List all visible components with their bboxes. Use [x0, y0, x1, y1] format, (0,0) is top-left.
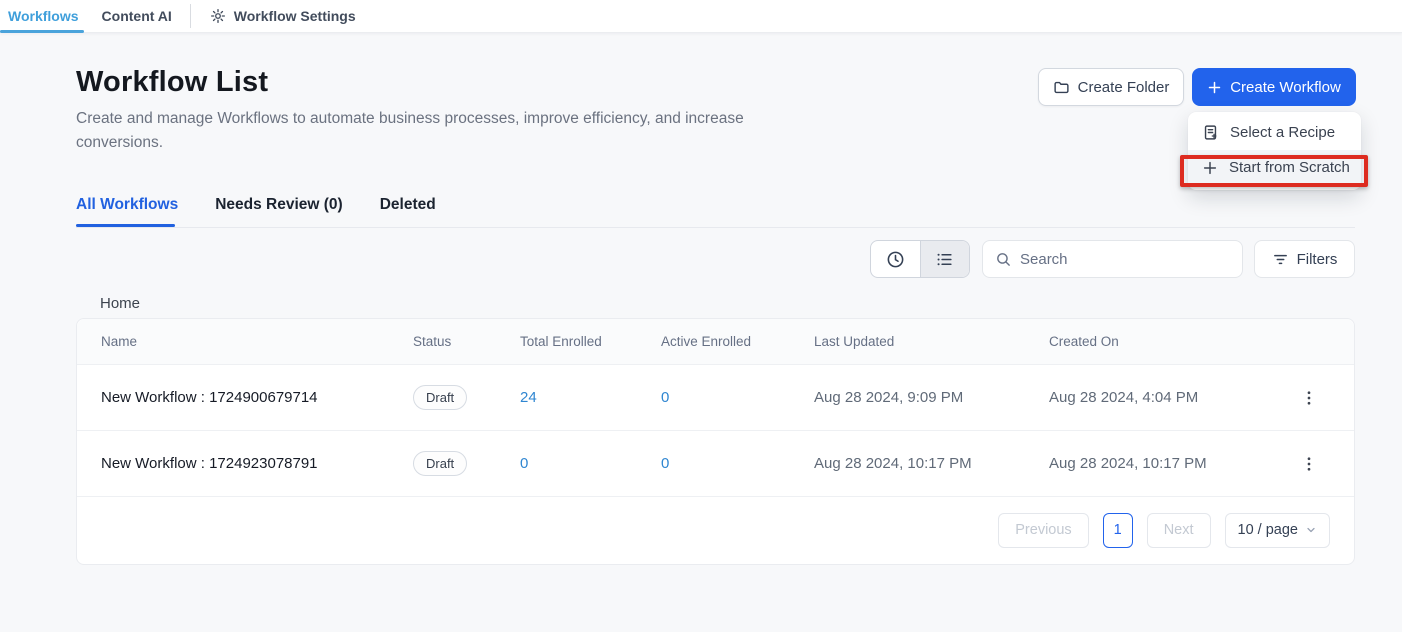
- row-menu-button[interactable]: [1293, 389, 1318, 407]
- kebab-icon: [1300, 389, 1318, 407]
- active-enrolled-link[interactable]: 0: [661, 389, 814, 406]
- dropdown-item-select-recipe[interactable]: Select a Recipe: [1188, 115, 1361, 150]
- active-tab-underline: [76, 224, 175, 227]
- page-subtitle: Create and manage Workflows to automate …: [76, 107, 824, 155]
- nav-tab-workflows[interactable]: Workflows: [8, 8, 79, 24]
- create-folder-button[interactable]: Create Folder: [1038, 68, 1184, 106]
- nav-active-underline: [0, 30, 84, 33]
- list-view-button[interactable]: [920, 241, 970, 277]
- total-enrolled-link[interactable]: 24: [520, 389, 661, 406]
- create-workflow-label: Create Workflow: [1230, 79, 1341, 96]
- start-from-scratch-label: Start from Scratch: [1229, 159, 1350, 176]
- tab-needs-review[interactable]: Needs Review (0): [215, 196, 343, 226]
- page-title: Workflow List: [76, 66, 268, 99]
- chevron-down-icon: [1305, 524, 1317, 536]
- last-updated-value: Aug 28 2024, 9:09 PM: [814, 389, 1049, 406]
- filters-label: Filters: [1297, 251, 1338, 268]
- create-workflow-dropdown: Select a Recipe Start from Scratch: [1188, 112, 1361, 190]
- tab-deleted[interactable]: Deleted: [380, 196, 436, 226]
- tabs-divider-line: [76, 227, 1355, 228]
- column-header-created-on: Created On: [1049, 334, 1293, 349]
- column-header-active-enrolled: Active Enrolled: [661, 334, 814, 349]
- filters-button[interactable]: Filters: [1254, 240, 1355, 278]
- create-workflow-button[interactable]: Create Workflow: [1192, 68, 1356, 106]
- search-icon: [995, 251, 1012, 268]
- select-recipe-label: Select a Recipe: [1230, 124, 1335, 141]
- row-menu-button[interactable]: [1293, 455, 1318, 473]
- top-nav: Workflows Content AI Workflow Settings: [0, 0, 1402, 33]
- total-enrolled-link[interactable]: 0: [520, 455, 661, 472]
- folder-icon: [1053, 79, 1070, 96]
- created-on-value: Aug 28 2024, 4:04 PM: [1049, 389, 1293, 406]
- workflow-table-card: Name Status Total Enrolled Active Enroll…: [76, 318, 1355, 565]
- workflow-name-link[interactable]: New Workflow : 1724900679714: [101, 389, 413, 406]
- active-enrolled-link[interactable]: 0: [661, 455, 814, 472]
- search-input[interactable]: [1020, 251, 1242, 268]
- status-badge: Draft: [413, 385, 467, 410]
- filter-icon: [1272, 251, 1289, 268]
- column-header-total-enrolled: Total Enrolled: [520, 334, 661, 349]
- table-header-row: Name Status Total Enrolled Active Enroll…: [77, 319, 1354, 365]
- nav-tab-content-ai[interactable]: Content AI: [102, 8, 172, 24]
- kebab-icon: [1300, 455, 1318, 473]
- search-box: [982, 240, 1243, 278]
- tab-all-workflows[interactable]: All Workflows: [76, 196, 178, 226]
- last-updated-value: Aug 28 2024, 10:17 PM: [814, 455, 1049, 472]
- pagination-page-1-button[interactable]: 1: [1103, 513, 1133, 548]
- plus-icon: [1207, 80, 1222, 95]
- view-toggle-group: [870, 240, 970, 278]
- recipe-document-icon: [1202, 124, 1219, 141]
- nav-divider: [190, 4, 191, 28]
- dropdown-item-start-from-scratch[interactable]: Start from Scratch: [1188, 150, 1361, 185]
- create-folder-label: Create Folder: [1078, 79, 1170, 96]
- nav-item-workflow-settings[interactable]: Workflow Settings: [210, 8, 356, 24]
- status-badge: Draft: [413, 451, 467, 476]
- recent-view-button[interactable]: [871, 241, 920, 277]
- page-size-select[interactable]: 10 / page: [1225, 513, 1330, 548]
- pagination-bar: Previous 1 Next 10 / page: [77, 496, 1354, 564]
- nav-settings-label: Workflow Settings: [234, 8, 356, 24]
- column-header-status: Status: [413, 334, 520, 349]
- created-on-value: Aug 28 2024, 10:17 PM: [1049, 455, 1293, 472]
- pagination-previous-button[interactable]: Previous: [998, 513, 1088, 548]
- breadcrumb-home[interactable]: Home: [100, 295, 140, 312]
- pagination-next-button[interactable]: Next: [1147, 513, 1211, 548]
- table-row: New Workflow : 1724900679714 Draft 24 0 …: [77, 365, 1354, 431]
- plus-icon: [1202, 160, 1218, 176]
- table-row: New Workflow : 1724923078791 Draft 0 0 A…: [77, 431, 1354, 497]
- column-header-last-updated: Last Updated: [814, 334, 1049, 349]
- list-icon: [935, 250, 954, 269]
- workflow-tabs: All Workflows Needs Review (0) Deleted: [76, 196, 436, 226]
- workflow-name-link[interactable]: New Workflow : 1724923078791: [101, 455, 413, 472]
- clock-icon: [886, 250, 905, 269]
- column-header-name: Name: [101, 334, 413, 349]
- page-size-label: 10 / page: [1238, 522, 1298, 538]
- gear-icon: [210, 8, 226, 24]
